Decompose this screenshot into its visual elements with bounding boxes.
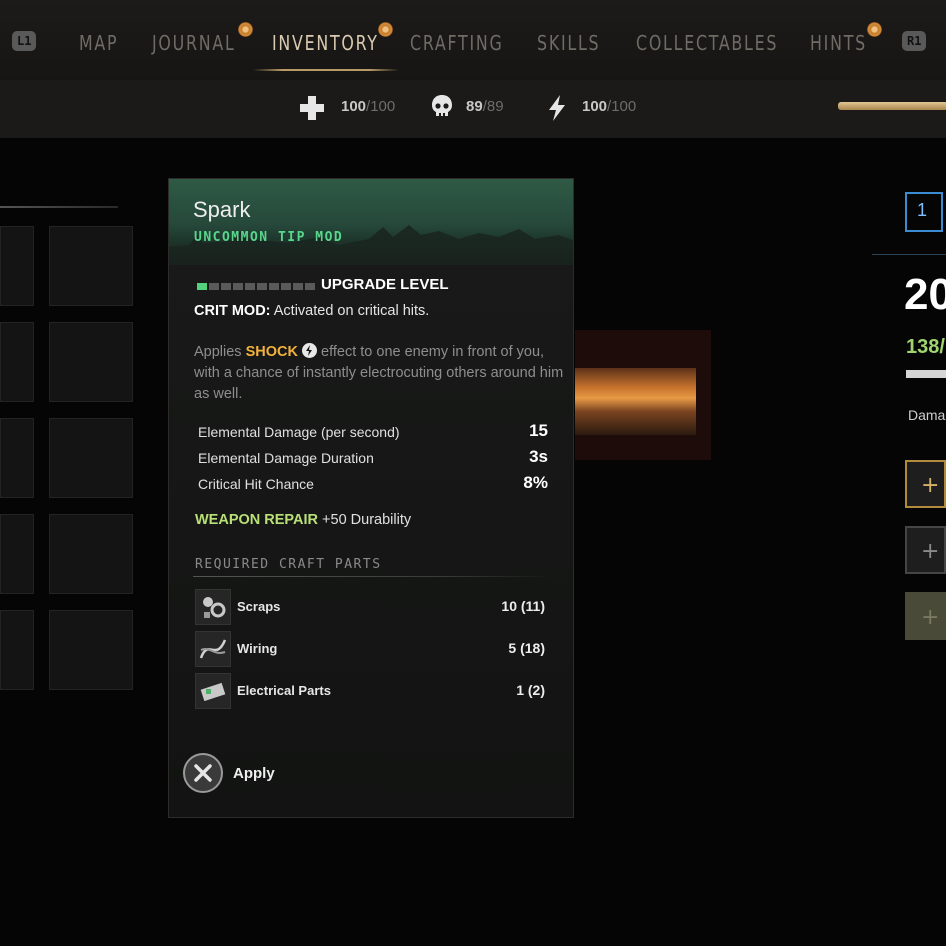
part-name: Scraps — [237, 599, 281, 614]
right-panel-divider — [872, 254, 946, 255]
tooltip-header: Spark UNCOMMON TIP MOD — [169, 179, 573, 265]
inventory-slot[interactable] — [49, 322, 133, 402]
stat-row: Elemental Damage Duration 3s — [198, 447, 548, 472]
upgrade-segment — [197, 283, 207, 290]
durability-bar — [906, 370, 946, 378]
tab-collectables[interactable]: COLLECTABLES — [636, 31, 778, 55]
wiring-icon — [195, 631, 231, 667]
inventory-slot[interactable] — [0, 322, 34, 402]
required-parts-divider — [193, 576, 553, 577]
damage-label: Dama — [908, 407, 946, 423]
craft-part-row: Wiring 5 (18) — [195, 631, 545, 667]
upgrade-segment — [221, 283, 231, 290]
upgrade-level-label: UPGRADE LEVEL — [321, 276, 449, 293]
upgrade-segment — [245, 283, 255, 290]
weapon-repair-value: +50 Durability — [322, 512, 412, 528]
craft-part-row: Electrical Parts 1 (2) — [195, 673, 545, 709]
item-description: Applies SHOCK effect to one enemy in fro… — [194, 342, 564, 405]
stat-value: 8% — [523, 473, 548, 492]
shock-keyword: SHOCK — [245, 344, 298, 360]
health-value: 100/100 — [341, 98, 396, 115]
stat-label: Elemental Damage Duration — [198, 450, 374, 466]
upgrade-segment — [293, 283, 303, 290]
apply-button[interactable] — [183, 753, 223, 793]
scraps-icon — [195, 589, 231, 625]
lightning-icon — [549, 95, 565, 121]
plus-icon: + — [921, 605, 940, 630]
inventory-slot[interactable] — [49, 226, 133, 306]
upgrade-segment — [269, 283, 279, 290]
stat-row: Elemental Damage (per second) 15 — [198, 421, 548, 446]
part-quantity: 1 (2) — [516, 682, 545, 698]
tab-inventory[interactable]: INVENTORY — [272, 31, 379, 55]
mod-tooltip-card: Spark UNCOMMON TIP MOD UPGRADE LEVEL CRI… — [168, 178, 574, 818]
stat-value: 3s — [529, 447, 548, 466]
inventory-slot[interactable] — [0, 610, 34, 690]
stamina-value: 100/100 — [582, 98, 637, 115]
r1-button[interactable]: R1 — [902, 31, 927, 51]
upgrade-segment — [281, 283, 291, 290]
upgrade-segment — [305, 283, 315, 290]
part-quantity: 5 (18) — [508, 640, 545, 656]
tab-journal[interactable]: JOURNAL — [152, 31, 236, 55]
tab-hints[interactable]: HINTS — [810, 31, 867, 55]
immunity-value: 89/89 — [466, 98, 504, 115]
inventory-slot[interactable] — [49, 610, 133, 690]
apply-label[interactable]: Apply — [233, 765, 275, 782]
notification-dot-icon — [378, 22, 393, 37]
notification-dot-icon — [867, 22, 882, 37]
tab-crafting[interactable]: CRAFTING — [410, 31, 504, 55]
inventory-slot[interactable] — [49, 514, 133, 594]
stat-row: Critical Hit Chance 8% — [198, 473, 548, 498]
active-tab-underline — [253, 69, 399, 71]
notification-dot-icon — [238, 22, 253, 37]
equipped-weapon-staff — [838, 102, 946, 110]
health-cross-icon — [300, 96, 324, 120]
weapon-damage-value: 20 — [904, 270, 946, 319]
stat-label: Elemental Damage (per second) — [198, 424, 400, 440]
tab-skills[interactable]: SKILLS — [537, 31, 600, 55]
upgrade-segment — [233, 283, 243, 290]
inventory-slot[interactable] — [0, 514, 34, 594]
crit-mod-label: CRIT MOD: — [194, 303, 271, 319]
craft-part-row: Scraps 10 (11) — [195, 589, 545, 625]
part-name: Electrical Parts — [237, 683, 331, 698]
part-quantity: 10 (11) — [501, 598, 545, 614]
item-rarity: UNCOMMON TIP MOD — [194, 230, 344, 245]
inventory-slot[interactable] — [0, 226, 34, 306]
upgrade-segment — [257, 283, 267, 290]
weapon-repair-line: WEAPON REPAIR +50 Durability — [195, 512, 411, 528]
electrical-parts-icon — [195, 673, 231, 709]
part-name: Wiring — [237, 641, 278, 656]
l1-button[interactable]: L1 — [12, 31, 37, 51]
upgrade-level-bar — [197, 283, 315, 290]
item-preview-image — [575, 368, 696, 435]
inventory-slot[interactable] — [0, 418, 34, 498]
crit-mod-line: CRIT MOD: Activated on critical hits. — [194, 303, 429, 319]
plus-icon: + — [921, 473, 940, 498]
plus-icon: + — [921, 539, 940, 564]
skull-icon — [432, 95, 452, 116]
weapon-repair-label: WEAPON REPAIR — [195, 512, 318, 528]
durability-value: 138/ — [906, 336, 945, 358]
shock-effect-icon — [302, 343, 317, 358]
item-title: Spark — [193, 197, 251, 222]
stat-label: Critical Hit Chance — [198, 476, 314, 492]
loadout-slot-number: 1 — [917, 200, 928, 220]
mod-slot-button[interactable]: + — [905, 592, 946, 640]
inventory-slot[interactable] — [49, 418, 133, 498]
cross-button-icon — [194, 764, 212, 782]
required-parts-header: REQUIRED CRAFT PARTS — [195, 557, 382, 572]
desc-text: Applies — [194, 344, 242, 360]
stat-value: 15 — [529, 421, 548, 440]
grid-divider — [0, 206, 118, 208]
crit-mod-text: Activated on critical hits. — [273, 303, 430, 319]
top-navigation: L1 MAP JOURNAL INVENTORY CRAFTING SKILLS… — [0, 0, 946, 80]
upgrade-segment — [209, 283, 219, 290]
mod-slot-button[interactable]: + — [905, 526, 946, 574]
mod-slot-button[interactable]: + — [905, 460, 946, 508]
tab-map[interactable]: MAP — [79, 31, 118, 55]
